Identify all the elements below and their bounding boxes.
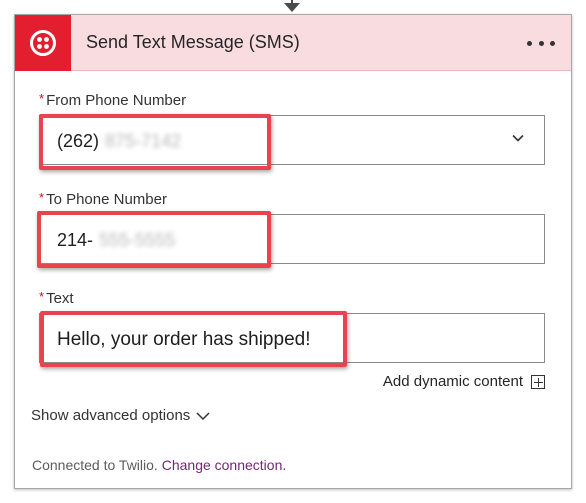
show-advanced-options-label: Show advanced options xyxy=(31,407,191,424)
card-title: Send Text Message (SMS) xyxy=(86,32,300,52)
text-label: * Text xyxy=(39,289,74,307)
required-mark: * xyxy=(39,91,45,106)
text-label-text: Text xyxy=(46,290,74,307)
more-options-icon[interactable] xyxy=(527,32,555,54)
connection-footer: Connected to Twilio. Change connection. xyxy=(32,457,286,473)
to-phone-obscured: 555-5555 xyxy=(99,230,176,250)
connector-arrow-icon xyxy=(284,3,300,12)
chevron-down-icon[interactable] xyxy=(510,130,526,146)
to-phone-value: 214- 555-5555 xyxy=(57,230,175,251)
add-box-icon xyxy=(531,374,545,389)
twilio-logo-glyph xyxy=(30,30,56,56)
card-header[interactable]: Send Text Message (SMS) xyxy=(15,15,571,71)
show-advanced-options-toggle[interactable]: Show advanced options xyxy=(31,407,211,424)
from-phone-label: * From Phone Number xyxy=(39,91,186,109)
to-phone-prefix: 214- xyxy=(57,230,94,250)
change-connection-link[interactable]: Change connection. xyxy=(162,457,287,473)
connected-to-text: Connected to Twilio. xyxy=(32,457,158,473)
from-phone-area-code: (262) xyxy=(57,131,100,151)
add-dynamic-content-link[interactable]: Add dynamic content xyxy=(383,373,545,390)
to-phone-input[interactable]: 214- 555-5555 xyxy=(39,214,545,264)
action-card: Send Text Message (SMS) * From Phone Numb… xyxy=(14,14,572,489)
to-phone-label-text: To Phone Number xyxy=(46,191,167,208)
message-text-value: Hello, your order has shipped! xyxy=(57,329,311,350)
message-text-input[interactable]: Hello, your order has shipped! xyxy=(39,313,545,363)
from-phone-value: (262) 875-7142 xyxy=(57,131,181,152)
from-phone-dropdown[interactable]: (262) 875-7142 xyxy=(39,115,545,165)
required-mark: * xyxy=(39,190,45,205)
chevron-down-icon xyxy=(196,411,210,420)
to-phone-label: * To Phone Number xyxy=(39,190,167,208)
add-dynamic-content-label: Add dynamic content xyxy=(382,373,523,390)
from-phone-obscured: 875-7142 xyxy=(105,131,182,151)
twilio-logo-icon xyxy=(15,15,71,71)
from-phone-label-text: From Phone Number xyxy=(46,92,187,109)
flow-canvas: Send Text Message (SMS) * From Phone Numb… xyxy=(0,0,586,503)
required-mark: * xyxy=(39,289,45,304)
